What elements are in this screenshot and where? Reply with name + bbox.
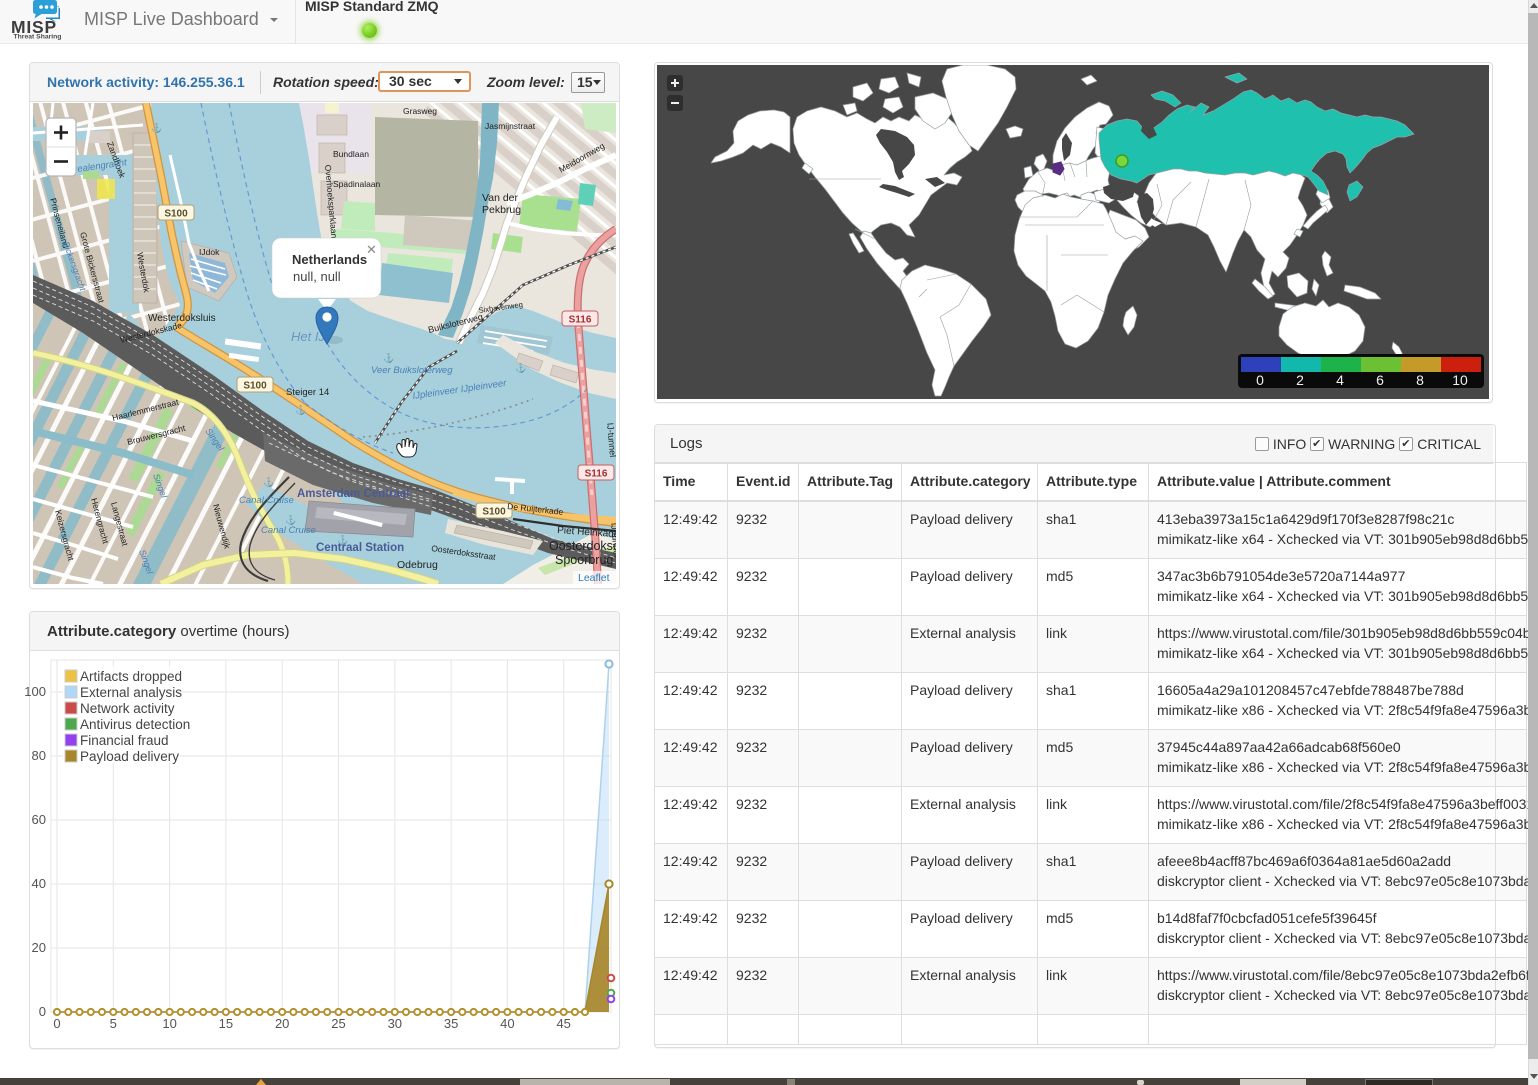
svg-text:Van der: Van der <box>482 192 518 204</box>
svg-text:Financial fraud: Financial fraud <box>80 733 169 748</box>
svg-text:Canal Cruise: Canal Cruise <box>261 525 316 536</box>
svg-text:⚓: ⚓ <box>515 362 526 373</box>
svg-text:Canal Cruise: Canal Cruise <box>239 495 294 506</box>
svg-text:✕: ✕ <box>366 242 377 257</box>
svg-text:Oosterdokse: Oosterdokse <box>549 539 616 553</box>
svg-text:S116: S116 <box>585 469 608 480</box>
svg-text:Spadinalaan: Spadinalaan <box>333 179 381 189</box>
svg-text:Network activity: Network activity <box>80 701 175 716</box>
svg-text:40: 40 <box>32 876 46 891</box>
svg-text:⚓: ⚓ <box>337 534 348 545</box>
svg-text:Centraal Station: Centraal Station <box>316 542 404 554</box>
svg-text:Bundlaan: Bundlaan <box>333 149 369 159</box>
svg-text:25: 25 <box>331 1016 345 1031</box>
svg-text:30: 30 <box>388 1016 402 1031</box>
svg-text:10: 10 <box>1452 372 1468 388</box>
svg-text:Grasweg: Grasweg <box>403 106 437 116</box>
svg-text:IJdok: IJdok <box>199 247 220 257</box>
svg-text:S116: S116 <box>569 315 592 326</box>
svg-text:Artifacts dropped: Artifacts dropped <box>80 669 182 684</box>
svg-text:0: 0 <box>53 1016 60 1031</box>
svg-text:Steiger 14: Steiger 14 <box>286 387 329 398</box>
svg-text:Threat Sharing: Threat Sharing <box>14 34 62 41</box>
svg-text:Westerdoksluis: Westerdoksluis <box>148 313 216 324</box>
svg-text:Antivirus detection: Antivirus detection <box>80 717 190 732</box>
svg-text:10: 10 <box>162 1016 176 1031</box>
svg-text:0: 0 <box>39 1004 46 1019</box>
svg-text:Jasmijnstraat: Jasmijnstraat <box>485 121 536 131</box>
svg-text:2: 2 <box>1296 372 1304 388</box>
svg-text:⚓: ⚓ <box>285 514 296 525</box>
svg-text:15: 15 <box>219 1016 233 1031</box>
svg-text:⚓: ⚓ <box>151 122 162 133</box>
svg-text:Odebrug: Odebrug <box>397 559 438 571</box>
svg-text:4: 4 <box>1336 372 1344 388</box>
svg-text:Spoorbrug: Spoorbrug <box>555 553 613 567</box>
svg-text:60: 60 <box>32 812 46 827</box>
svg-text:5: 5 <box>110 1016 117 1031</box>
svg-text:Amsterdam Centraal: Amsterdam Centraal <box>297 488 409 500</box>
svg-text:0: 0 <box>1256 372 1264 388</box>
svg-text:80: 80 <box>32 748 46 763</box>
svg-text:Veer Buiksloterweg: Veer Buiksloterweg <box>371 365 453 376</box>
svg-text:Payload delivery: Payload delivery <box>80 749 179 764</box>
svg-text:20: 20 <box>275 1016 289 1031</box>
svg-text:⚓: ⚓ <box>383 352 394 363</box>
svg-text:Netherlands: Netherlands <box>292 252 367 267</box>
svg-text:External analysis: External analysis <box>80 685 182 700</box>
svg-text:Leaflet: Leaflet <box>578 572 610 584</box>
svg-text:40: 40 <box>500 1016 514 1031</box>
svg-text:S100: S100 <box>164 209 188 220</box>
svg-text:S100: S100 <box>482 507 506 518</box>
svg-text:Pekbrug: Pekbrug <box>482 204 521 216</box>
svg-text:6: 6 <box>1376 372 1384 388</box>
svg-text:⚓: ⚓ <box>295 404 306 415</box>
svg-text:⚓: ⚓ <box>263 476 274 487</box>
svg-text:null, null: null, null <box>293 269 341 284</box>
svg-text:100: 100 <box>24 684 46 699</box>
svg-text:8: 8 <box>1416 372 1424 388</box>
svg-text:45: 45 <box>556 1016 570 1031</box>
svg-text:35: 35 <box>444 1016 458 1031</box>
svg-text:20: 20 <box>32 940 46 955</box>
svg-text:S100: S100 <box>243 381 267 392</box>
